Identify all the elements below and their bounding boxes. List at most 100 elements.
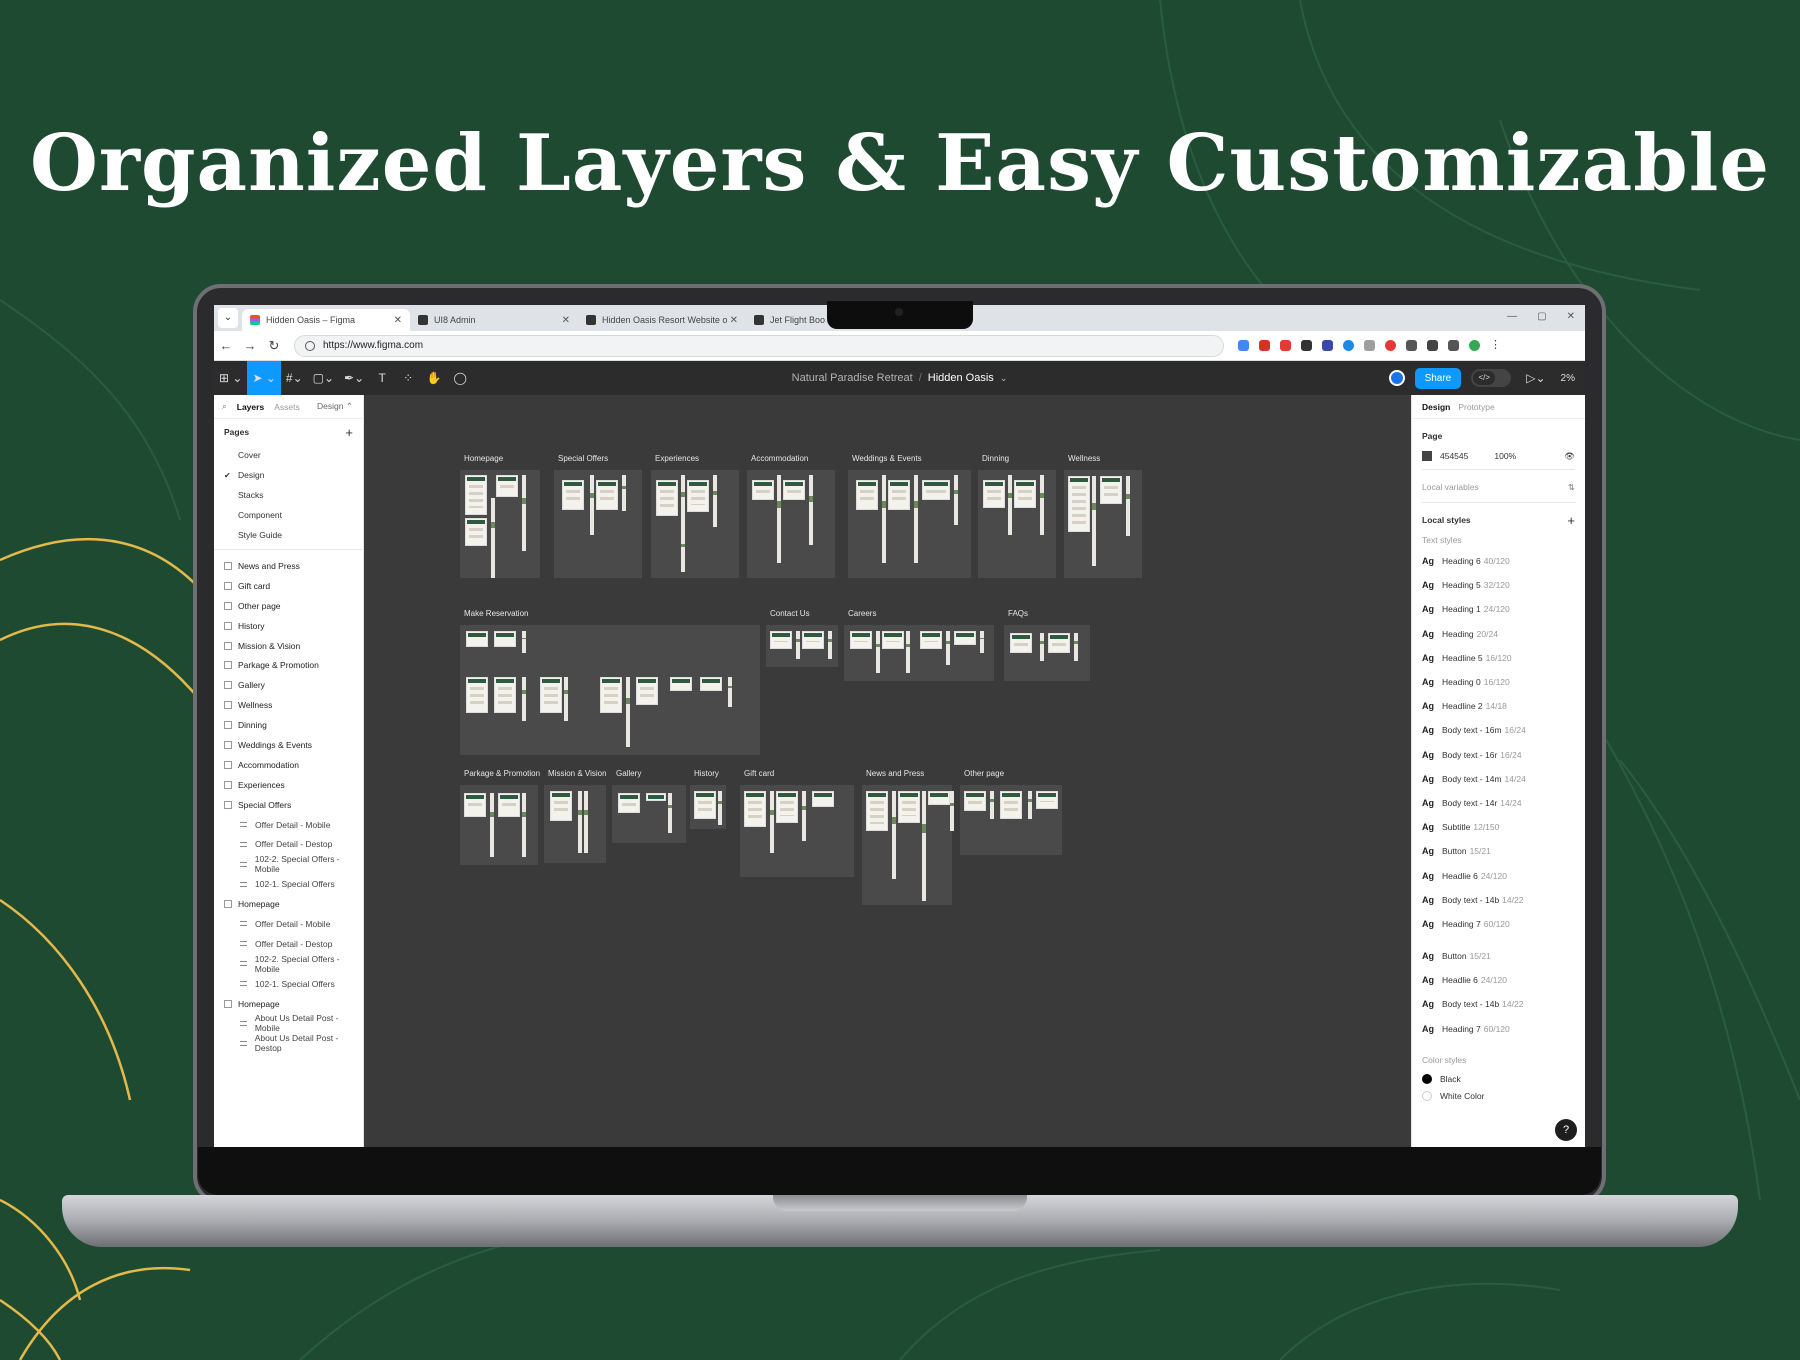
layer-frame-item[interactable]: Homepage bbox=[214, 994, 363, 1014]
layer-frame-item[interactable]: Other page bbox=[214, 596, 363, 616]
page-item[interactable]: Stacks bbox=[214, 485, 363, 505]
page-item[interactable]: Component bbox=[214, 505, 363, 525]
color-style-black[interactable]: Black bbox=[1422, 1069, 1575, 1089]
mobile-frame-thumbnail[interactable] bbox=[728, 677, 732, 707]
extension-icon[interactable] bbox=[1364, 340, 1375, 351]
mobile-frame-thumbnail[interactable] bbox=[892, 791, 896, 879]
mobile-frame-thumbnail[interactable] bbox=[828, 631, 832, 659]
section-label[interactable]: Careers bbox=[848, 609, 876, 618]
section-label[interactable]: Other page bbox=[964, 769, 1004, 778]
page-item[interactable]: Style Guide bbox=[214, 525, 363, 545]
shape-tool-button[interactable]: ▢⌄ bbox=[308, 361, 339, 395]
mobile-frame-thumbnail[interactable] bbox=[770, 791, 774, 853]
extension-icon[interactable] bbox=[1322, 340, 1333, 351]
section-label[interactable]: Accommodation bbox=[751, 454, 808, 463]
figma-canvas[interactable]: Homepage Special Offers Experiences Accommo… bbox=[364, 395, 1411, 1147]
section-label[interactable]: Make Reservation bbox=[464, 609, 528, 618]
frame-thumbnail[interactable] bbox=[866, 791, 888, 831]
frame-thumbnail[interactable] bbox=[464, 793, 486, 817]
canvas-section[interactable]: Make Reservation bbox=[460, 609, 760, 755]
frame-thumbnail[interactable] bbox=[550, 791, 572, 821]
canvas-section[interactable]: Gallery bbox=[612, 769, 686, 843]
canvas-section[interactable]: Accommodation bbox=[747, 454, 835, 578]
layer-child-item[interactable]: About Us Detail Post - Destop bbox=[214, 1033, 363, 1053]
canvas-section[interactable]: Experiences bbox=[651, 454, 739, 578]
pen-tool-button[interactable]: ✒⌄ bbox=[339, 361, 369, 395]
figma-main-menu-button[interactable]: ⊞ ⌄ bbox=[214, 361, 247, 395]
frame-thumbnail[interactable] bbox=[700, 677, 722, 691]
file-name[interactable]: Hidden Oasis bbox=[928, 372, 994, 384]
layer-frame-item[interactable]: Gift card bbox=[214, 576, 363, 596]
frame-thumbnail[interactable] bbox=[656, 480, 678, 516]
layer-child-item[interactable]: 102-2. Special Offers - Mobile bbox=[214, 854, 363, 874]
layer-child-item[interactable]: 102-1. Special Offers bbox=[214, 974, 363, 994]
frame-thumbnail[interactable] bbox=[670, 677, 692, 691]
mobile-frame-thumbnail[interactable] bbox=[950, 791, 954, 831]
mobile-frame-thumbnail[interactable] bbox=[668, 793, 672, 833]
mobile-frame-thumbnail[interactable] bbox=[1008, 475, 1012, 535]
page-item[interactable]: Design ✔ bbox=[214, 465, 363, 485]
frame-thumbnail[interactable] bbox=[954, 631, 976, 645]
section-label[interactable]: Weddings & Events bbox=[852, 454, 922, 463]
text-style-item[interactable]: Ag Subtitle 12/150 bbox=[1422, 815, 1575, 839]
layer-frame-item[interactable]: Wellness bbox=[214, 695, 363, 715]
canvas-section[interactable]: Mission & Vision bbox=[544, 769, 607, 863]
layer-frame-item[interactable]: Accommodation bbox=[214, 755, 363, 775]
frame-thumbnail[interactable] bbox=[496, 475, 518, 497]
frame-thumbnail[interactable] bbox=[498, 793, 520, 817]
frame-tool-button[interactable]: #⌄ bbox=[281, 361, 308, 395]
layer-child-item[interactable]: Offer Detail - Mobile bbox=[214, 914, 363, 934]
close-icon[interactable]: ✕ bbox=[394, 315, 402, 326]
frame-thumbnail[interactable] bbox=[770, 631, 792, 649]
browser-tab-figma[interactable]: Hidden Oasis – Figma ✕ bbox=[242, 309, 410, 331]
text-style-item[interactable]: Ag Heading 5 32/120 bbox=[1422, 573, 1575, 597]
mobile-frame-thumbnail[interactable] bbox=[802, 791, 806, 841]
layer-frame-item[interactable]: Special Offers bbox=[214, 795, 363, 815]
dev-mode-toggle[interactable]: </> bbox=[1471, 369, 1512, 387]
mobile-frame-thumbnail[interactable] bbox=[713, 475, 717, 527]
section-label[interactable]: Special Offers bbox=[558, 454, 608, 463]
mobile-frame-thumbnail[interactable] bbox=[564, 677, 568, 721]
canvas-section[interactable]: Weddings & Events bbox=[848, 454, 971, 578]
mobile-frame-thumbnail[interactable] bbox=[914, 475, 918, 563]
add-page-icon[interactable]: + bbox=[345, 425, 353, 440]
frame-thumbnail[interactable] bbox=[466, 631, 488, 647]
share-button[interactable]: Share bbox=[1414, 367, 1462, 389]
add-style-icon[interactable]: + bbox=[1567, 513, 1575, 528]
section-label[interactable]: Parkage & Promotion bbox=[464, 769, 540, 778]
mobile-frame-thumbnail[interactable] bbox=[990, 791, 994, 819]
frame-thumbnail[interactable] bbox=[562, 480, 584, 510]
layer-frame-item[interactable]: Parkage & Promotion bbox=[214, 655, 363, 675]
section-label[interactable]: Dinning bbox=[982, 454, 1009, 463]
color-style-white[interactable]: White Color bbox=[1422, 1089, 1575, 1103]
canvas-section[interactable]: Special Offers bbox=[554, 454, 642, 578]
browser-tab-hidden-oasis[interactable]: Hidden Oasis Resort Website o ✕ bbox=[578, 309, 746, 331]
layer-child-item[interactable]: Offer Detail - Destop bbox=[214, 834, 363, 854]
mobile-frame-thumbnail[interactable] bbox=[522, 793, 526, 857]
tab-assets[interactable]: Assets bbox=[274, 402, 300, 412]
frame-thumbnail[interactable] bbox=[494, 677, 516, 713]
layer-child-item[interactable]: 102-2. Special Offers - Mobile bbox=[214, 954, 363, 974]
move-tool-button[interactable]: ➤ ⌄ bbox=[247, 361, 281, 395]
search-icon[interactable]: ⌕ bbox=[222, 401, 227, 412]
close-icon[interactable]: ✕ bbox=[730, 315, 738, 326]
extension-icon[interactable] bbox=[1280, 340, 1291, 351]
frame-thumbnail[interactable] bbox=[694, 791, 716, 819]
help-button[interactable]: ? bbox=[1555, 1119, 1577, 1141]
frame-thumbnail[interactable] bbox=[983, 480, 1005, 508]
adblock-extension-icon[interactable] bbox=[1385, 340, 1396, 351]
mobile-frame-thumbnail[interactable] bbox=[777, 475, 781, 563]
frame-thumbnail[interactable] bbox=[744, 791, 766, 827]
mobile-frame-thumbnail[interactable] bbox=[809, 475, 813, 545]
url-input[interactable]: https://www.figma.com bbox=[294, 334, 1224, 357]
text-tool-button[interactable]: T bbox=[369, 361, 395, 395]
section-label[interactable]: Mission & Vision bbox=[548, 769, 607, 778]
frame-thumbnail[interactable] bbox=[646, 793, 666, 801]
mobile-frame-thumbnail[interactable] bbox=[681, 475, 685, 533]
mobile-frame-thumbnail[interactable] bbox=[1028, 791, 1032, 819]
frame-thumbnail[interactable] bbox=[600, 677, 622, 713]
layer-frame-item[interactable]: History bbox=[214, 616, 363, 636]
frame-thumbnail[interactable] bbox=[687, 480, 709, 512]
mobile-frame-thumbnail[interactable] bbox=[882, 475, 886, 563]
frame-thumbnail[interactable] bbox=[928, 791, 950, 805]
